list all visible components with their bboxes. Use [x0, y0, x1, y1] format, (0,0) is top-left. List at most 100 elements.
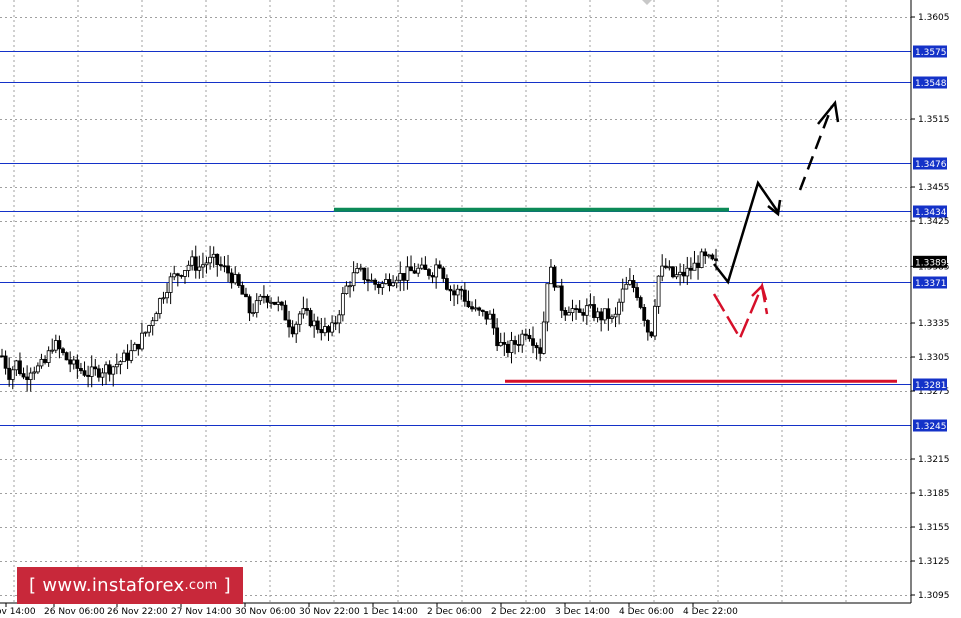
candle-bull — [111, 366, 116, 375]
candle-bull — [556, 285, 561, 288]
candle-bear — [287, 319, 291, 328]
level-label: 1.3548 — [915, 79, 947, 89]
price-tick-label: 1.3425 — [918, 217, 950, 227]
candle-bear — [218, 264, 223, 267]
candle-bear — [376, 283, 381, 288]
candle-bear — [0, 355, 4, 358]
candle-bull — [549, 266, 553, 285]
candle-bull — [251, 312, 256, 315]
candle-bull — [100, 372, 105, 378]
candle-bull — [685, 267, 690, 277]
candle-bull — [595, 311, 600, 318]
candle-bull — [46, 350, 51, 363]
candle-bull — [498, 341, 503, 347]
candle-bear — [710, 254, 715, 260]
candle-bear — [645, 320, 650, 333]
candle-bear — [681, 271, 686, 277]
candle-bear — [262, 295, 266, 298]
candle-bull — [610, 316, 614, 319]
candle-bear — [226, 265, 230, 274]
price-axis: 1.36051.35151.34551.34251.33851.33351.33… — [911, 13, 950, 601]
candle-bull — [258, 295, 263, 302]
candle-bull — [340, 293, 345, 316]
candle-bear — [480, 309, 485, 312]
candle-bull — [588, 304, 593, 307]
candle-bear — [57, 340, 62, 350]
candle-bull — [165, 292, 169, 299]
candle-bear — [448, 288, 453, 292]
candle-bear — [581, 312, 586, 316]
candle-bear — [290, 326, 295, 335]
time-tick-label: 30 Nov 06:00 — [235, 607, 296, 617]
time-tick-label: 26 Nov 22:00 — [107, 607, 168, 617]
candle-bull — [71, 359, 76, 365]
candle-bear — [236, 274, 241, 286]
candle-bear — [265, 295, 270, 303]
candle-bull — [118, 361, 123, 365]
candle-bull — [132, 343, 137, 352]
candle-bear — [538, 347, 543, 354]
candle-bull — [28, 372, 33, 380]
candle-bear — [714, 258, 718, 261]
candle-bull — [617, 301, 622, 315]
candle-bear — [93, 366, 98, 370]
time-tick-label: 26 Nov 06:00 — [44, 607, 105, 617]
candle-bear — [477, 307, 482, 311]
candle-bear — [513, 340, 517, 345]
candle-bull — [233, 274, 238, 284]
candle-bear — [606, 308, 611, 319]
time-tick-label: 2 Dec 22:00 — [491, 607, 546, 617]
candle-bear — [401, 273, 406, 281]
candle-bear — [688, 267, 693, 271]
candle-bear — [671, 266, 675, 278]
candle-bear — [222, 265, 227, 268]
candle-bull — [473, 307, 478, 310]
candle-bull — [186, 264, 191, 271]
candle-bear — [642, 307, 647, 321]
candle-bear — [412, 270, 417, 274]
candle-bull — [355, 268, 360, 274]
candle-bear — [696, 262, 700, 268]
candle-bull — [545, 283, 550, 323]
candle-bear — [430, 275, 435, 278]
candle-bull — [53, 340, 58, 351]
candle-bull — [570, 308, 575, 314]
candle-bear — [215, 253, 220, 265]
candle-bear — [462, 289, 467, 302]
candle-bear — [599, 311, 604, 321]
candle-bull — [254, 300, 259, 314]
candle-bull — [172, 273, 177, 278]
candle-bull — [140, 332, 144, 350]
price-tick-label: 1.3455 — [918, 183, 950, 193]
candle-bear — [319, 329, 324, 334]
candle-bull — [323, 326, 327, 334]
candle-bull — [129, 350, 134, 361]
candle-bull — [208, 256, 213, 264]
candle-bull — [706, 254, 711, 257]
time-axis: ov 14:00 26 Nov 06:0026 Nov 22:0027 Nov 1… — [0, 603, 738, 617]
candle-bear — [82, 370, 87, 376]
candle-bear — [423, 264, 428, 270]
candle-bull — [391, 282, 395, 287]
candle-bull — [89, 366, 94, 377]
candle-bull — [50, 349, 55, 352]
candle-bull — [114, 363, 119, 368]
candle-bull — [147, 325, 152, 333]
candle-bear — [459, 288, 464, 291]
candle-bear — [61, 348, 65, 354]
time-tick-label: 27 Nov 14:00 — [171, 607, 232, 617]
price-tick-label: 1.3305 — [918, 353, 950, 363]
candle-bear — [179, 275, 184, 277]
price-tick-label: 1.3095 — [918, 591, 950, 601]
candle-bull — [330, 322, 334, 333]
candle-bear — [43, 358, 47, 363]
candle-bull — [620, 288, 625, 303]
candle-bear — [470, 306, 474, 310]
candle-bear — [79, 368, 83, 372]
candle-bull — [692, 262, 697, 271]
candle-bull — [190, 256, 195, 266]
candle-bull — [14, 360, 19, 371]
candle-bull — [211, 253, 216, 258]
price-tick-label: 1.3605 — [918, 13, 950, 23]
candle-bear — [326, 326, 331, 333]
